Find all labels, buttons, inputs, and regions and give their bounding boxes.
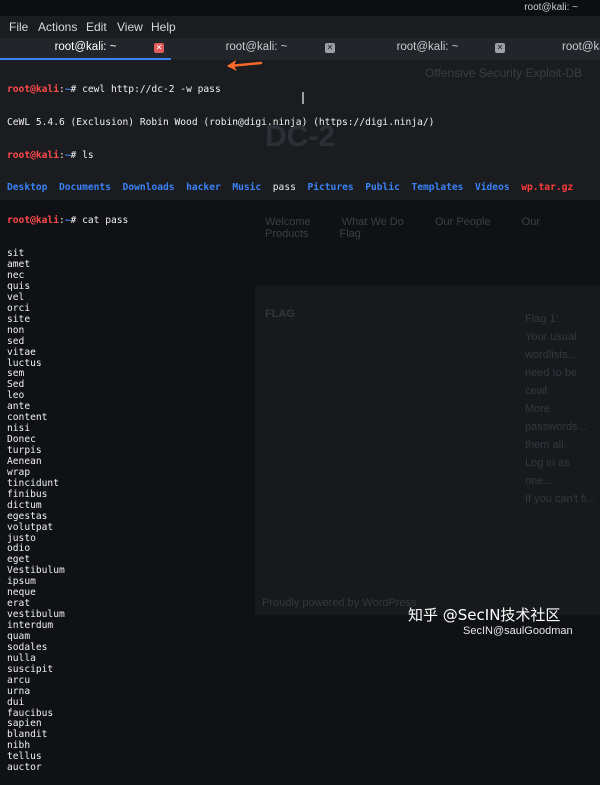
command-text: cat pass: [76, 215, 129, 227]
wordlist-line: ipsum: [7, 576, 36, 588]
command-text: ls: [76, 149, 94, 161]
wordlist-line: sapien: [7, 718, 42, 730]
annotation-arrow-icon: [227, 60, 263, 71]
wordlist-line: nisi: [7, 423, 31, 435]
wordlist-line: dui: [7, 696, 25, 708]
wordlist-line: leo: [7, 390, 25, 402]
cewl-output: CeWL 5.4.6 (Exclusion) Robin Wood (robin…: [7, 116, 435, 128]
wordlist-line: amet: [7, 259, 31, 271]
menu-file[interactable]: File: [9, 20, 28, 34]
wordlist-line: nibh: [7, 740, 31, 752]
tab-label: root@kali: ~: [396, 41, 459, 53]
ls-entry: Templates: [411, 182, 464, 194]
menu-edit[interactable]: Edit: [86, 20, 107, 34]
tab-terminal-2[interactable]: root@kali: ~ ✕: [171, 38, 342, 60]
wordlist-line: sem: [7, 368, 25, 380]
text-cursor-icon: [302, 92, 304, 104]
window-title: root@kali: ~: [524, 2, 578, 13]
wordlist-output: sit amet nec quis vel orci site non sed vitae luct…: [7, 248, 597, 774]
wordlist-line: ante: [7, 401, 31, 413]
ls-entry: hacker: [186, 182, 221, 194]
close-icon[interactable]: ✕: [495, 43, 505, 53]
terminal-line: CeWL 5.4.6 (Exclusion) Robin Wood (robin…: [7, 116, 597, 129]
wordlist-line: non: [7, 324, 25, 336]
tab-terminal-3[interactable]: root@kali: ~ ✕: [342, 38, 513, 60]
wordlist-line: Sed: [7, 379, 25, 391]
command-text: cewl http://dc-2 -w pass: [76, 83, 221, 95]
wordlist-line: volutpat: [7, 521, 54, 533]
ls-entry: Desktop: [7, 182, 48, 194]
wordlist-line: sed: [7, 335, 25, 347]
ls-entry: wp.tar.gz: [521, 182, 574, 194]
prompt-user: root@kali: [7, 83, 59, 95]
wordlist-line: odio: [7, 543, 31, 555]
wordlist-line: wrap: [7, 466, 31, 478]
wordlist-line: Donec: [7, 434, 36, 446]
menu-view[interactable]: View: [117, 20, 143, 34]
menu-bar: File Actions Edit View Help: [0, 16, 600, 38]
ls-entry: Music: [232, 182, 262, 194]
wordlist-line: vel: [7, 291, 25, 303]
close-icon[interactable]: ✕: [154, 43, 164, 53]
wordlist-line: justo: [7, 532, 36, 544]
wordlist-line: quis: [7, 280, 31, 292]
wordlist-line: suscipit: [7, 663, 54, 675]
tab-label: root@kali: ~: [54, 41, 117, 53]
wordlist-line: vitae: [7, 346, 36, 358]
ls-entry: Pictures: [307, 182, 354, 194]
watermark-brand: 知乎 @SecIN技术社区: [408, 606, 561, 624]
wordlist-line: arcu: [7, 674, 31, 686]
wordlist-line: faucibus: [7, 707, 54, 719]
wordlist-line: Aenean: [7, 455, 42, 467]
ls-entry: Documents: [59, 182, 111, 194]
wordlist-line: orci: [7, 302, 31, 314]
wordlist-line: egestas: [7, 510, 48, 522]
ls-output: Desktop Documents Downloads hacker Music…: [7, 182, 597, 194]
wordlist-line: site: [7, 313, 31, 325]
wordlist-line: sit: [7, 248, 25, 260]
wordlist-line: urna: [7, 685, 31, 697]
wordlist-line: luctus: [7, 357, 42, 369]
wordlist-line: auctor: [7, 762, 42, 774]
wordlist-line: turpis: [7, 445, 42, 456]
ls-entry: pass: [272, 182, 296, 194]
close-icon[interactable]: ✕: [325, 43, 335, 53]
prompt-user: root@kali: [7, 215, 59, 227]
wordlist-line: blandit: [7, 729, 48, 741]
wordlist-line: content: [7, 412, 48, 424]
menu-actions[interactable]: Actions: [38, 20, 77, 34]
wordlist-line: Vestibulum: [7, 565, 65, 577]
menu-help[interactable]: Help: [151, 20, 176, 34]
ls-entry: Downloads: [122, 182, 175, 194]
wordlist-line: nec: [7, 270, 25, 281]
tab-terminal-1[interactable]: root@kali: ~ ✕: [0, 38, 171, 60]
wordlist-line: tincidunt: [7, 477, 59, 489]
ls-entry: Public: [365, 182, 400, 194]
wordlist-line: tellus: [7, 751, 42, 763]
active-tab-indicator: [0, 58, 171, 60]
wordlist-line: sodales: [7, 641, 48, 653]
terminal-line: root@kali:~# ls: [7, 149, 597, 162]
system-title-bar: root@kali: ~: [0, 0, 600, 16]
tab-label: root@kali:: [562, 41, 600, 53]
terminal-line: root@kali:~# cat pass: [7, 215, 597, 227]
prompt-user: root@kali: [7, 149, 59, 161]
wordlist-line: dictum: [7, 499, 42, 511]
wordlist-line: neque: [7, 587, 36, 599]
wordlist-line: finibus: [7, 488, 48, 500]
wordlist-line: nulla: [7, 652, 36, 664]
terminal-output[interactable]: root@kali:~# cewl http://dc-2 -w pass Ce…: [7, 63, 597, 785]
tab-bar: root@kali: ~ ✕ root@kali: ~ ✕ root@kali:…: [0, 38, 600, 60]
tab-terminal-4[interactable]: root@kali:: [513, 38, 600, 60]
tab-label: root@kali: ~: [225, 41, 288, 53]
ls-entry: Videos: [474, 182, 510, 194]
wordlist-line: eget: [7, 554, 31, 566]
watermark-handle: SecIN@saulGoodman: [463, 625, 573, 637]
